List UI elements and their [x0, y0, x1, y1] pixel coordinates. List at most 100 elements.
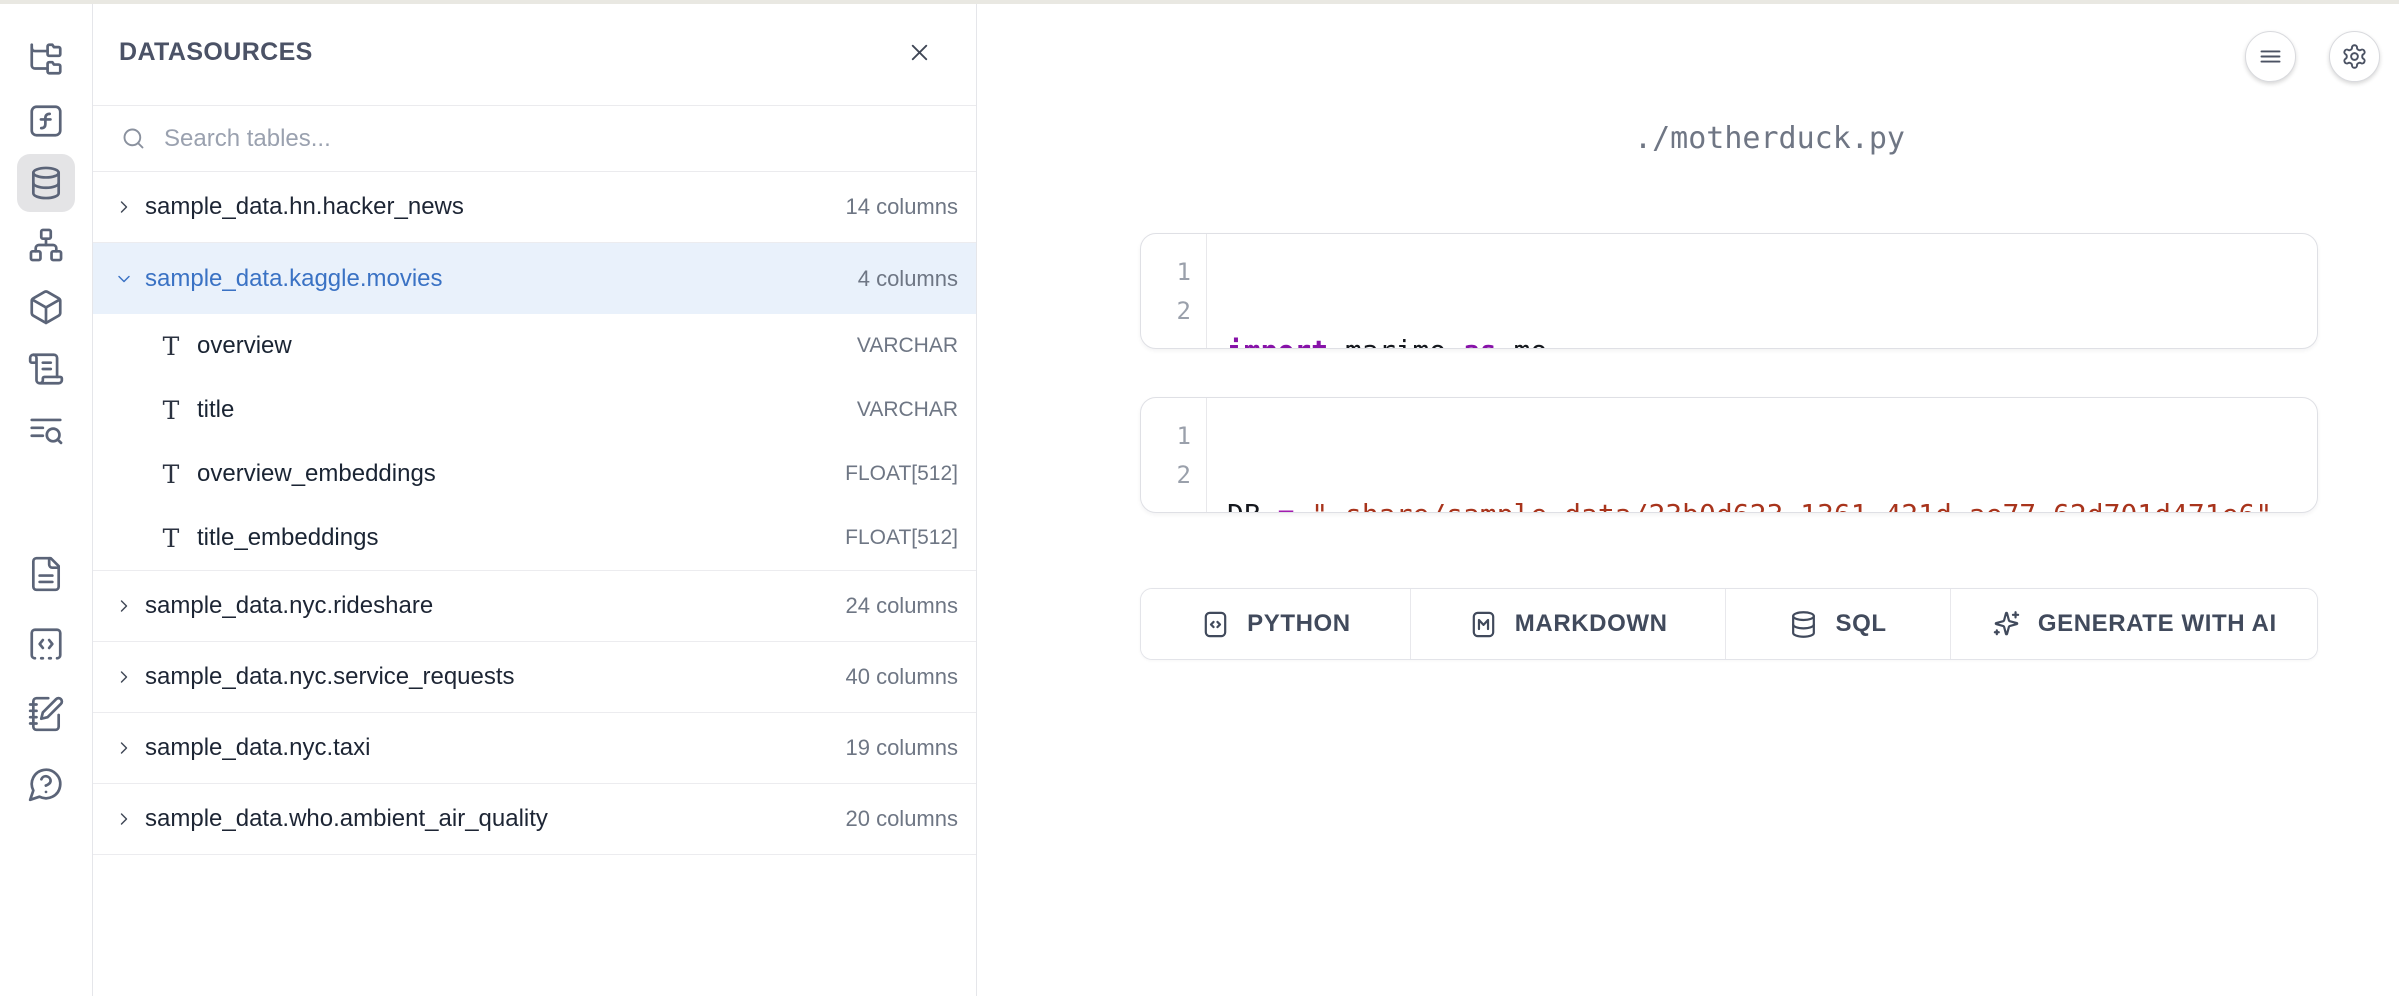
- table-row[interactable]: sample_data.nyc.taxi 19 columns: [93, 713, 976, 784]
- panel-header: DATASOURCES: [93, 0, 976, 106]
- rail-item-documentation[interactable]: [15, 539, 77, 609]
- function-icon: [27, 102, 65, 140]
- varchar-type-icon: T: [158, 396, 184, 425]
- column-name: title: [197, 396, 234, 424]
- column-type: FLOAT[512]: [845, 526, 958, 550]
- column-type: VARCHAR: [857, 334, 958, 358]
- varchar-type-icon: T: [158, 524, 184, 553]
- table-column-count: 4 columns: [858, 266, 958, 292]
- table-columns-group: T overview VARCHAR T title VARCHAR T ove…: [93, 314, 976, 571]
- add-sql-cell-button[interactable]: SQL: [1726, 589, 1951, 659]
- column-row[interactable]: T title VARCHAR: [93, 378, 976, 442]
- table-column-count: 20 columns: [845, 806, 958, 832]
- table-row-selected[interactable]: sample_data.kaggle.movies 4 columns: [93, 243, 976, 314]
- button-label: SQL: [1835, 610, 1886, 638]
- chevron-right-icon: [113, 808, 135, 830]
- text-search-icon: [27, 412, 65, 450]
- code-cell[interactable]: 1 2 DB = "_share/sample_data/23b0d623-13…: [1140, 397, 2318, 513]
- snippets-icon: [27, 625, 65, 663]
- menu-icon: [2257, 43, 2284, 70]
- table-search: [93, 106, 976, 172]
- column-row[interactable]: T overview_embeddings FLOAT[512]: [93, 442, 976, 506]
- window-top-border: [0, 0, 2399, 4]
- table-row[interactable]: sample_data.nyc.rideshare 24 columns: [93, 571, 976, 642]
- help-icon: [27, 765, 65, 803]
- line-number: 1: [1141, 253, 1206, 292]
- activity-rail: [0, 0, 93, 996]
- table-name: sample_data.who.ambient_air_quality: [145, 805, 548, 833]
- line-number: 1: [1141, 417, 1206, 456]
- table-name: sample_data.nyc.taxi: [145, 734, 370, 762]
- rail-item-logs[interactable]: [15, 338, 77, 400]
- chevron-right-icon: [113, 196, 135, 218]
- add-markdown-cell-button[interactable]: MARKDOWN: [1411, 589, 1726, 659]
- rail-item-help[interactable]: [15, 749, 77, 819]
- file-tree-icon: [27, 40, 65, 78]
- markdown-icon: [1468, 609, 1499, 640]
- line-number: 2: [1141, 456, 1206, 495]
- code-editor[interactable]: DB = "_share/sample_data/23b0d623-1361-4…: [1207, 398, 2272, 512]
- rail-item-packages[interactable]: [15, 276, 77, 338]
- table-column-count: 40 columns: [845, 664, 958, 690]
- table-row[interactable]: sample_data.nyc.service_requests 40 colu…: [93, 642, 976, 713]
- search-input[interactable]: [164, 125, 956, 153]
- table-name: sample_data.nyc.rideshare: [145, 592, 433, 620]
- column-row[interactable]: T overview VARCHAR: [93, 314, 976, 378]
- rail-item-datasources[interactable]: [15, 152, 77, 214]
- sparkles-icon: [1991, 609, 2022, 640]
- table-name: sample_data.kaggle.movies: [145, 265, 443, 293]
- code-editor[interactable]: import marimo as mo import duckdb: [1207, 234, 1547, 348]
- chevron-right-icon: [113, 737, 135, 759]
- line-number: 2: [1141, 292, 1206, 331]
- dependency-graph-icon: [27, 226, 65, 264]
- table-column-count: 19 columns: [845, 735, 958, 761]
- rail-item-scratchpad[interactable]: [15, 679, 77, 749]
- chevron-right-icon: [113, 666, 135, 688]
- table-row[interactable]: sample_data.who.ambient_air_quality 20 c…: [93, 784, 976, 855]
- search-icon: [120, 125, 147, 152]
- documentation-icon: [27, 555, 65, 593]
- column-name: overview: [197, 332, 292, 360]
- generate-with-ai-button[interactable]: GENERATE WITH AI: [1951, 589, 2317, 659]
- tables-list: sample_data.hn.hacker_news 14 columns sa…: [93, 172, 976, 855]
- code-line: import marimo as mo: [1227, 331, 1547, 349]
- close-icon: [906, 39, 933, 66]
- gear-icon: [2341, 43, 2368, 70]
- panel-title: DATASOURCES: [119, 38, 313, 67]
- chevron-right-icon: [113, 595, 135, 617]
- button-label: MARKDOWN: [1515, 610, 1668, 638]
- column-name: title_embeddings: [197, 524, 378, 552]
- column-row[interactable]: T title_embeddings FLOAT[512]: [93, 506, 976, 570]
- code-square-icon: [1200, 609, 1231, 640]
- notebook-filename[interactable]: ./motherduck.py: [1140, 118, 2399, 160]
- table-column-count: 24 columns: [845, 593, 958, 619]
- code-cell[interactable]: 1 2 import marimo as mo import duckdb: [1140, 233, 2318, 349]
- varchar-type-icon: T: [158, 332, 184, 361]
- add-cell-bar: PYTHON MARKDOWN SQL GENERATE WITH AI: [1140, 588, 2318, 660]
- rail-item-file-explorer[interactable]: [15, 28, 77, 90]
- settings-button[interactable]: [2329, 31, 2380, 82]
- rail-item-dependency-graph[interactable]: [15, 214, 77, 276]
- column-type: FLOAT[512]: [845, 462, 958, 486]
- notebook-menu-button[interactable]: [2245, 31, 2296, 82]
- notebook-actions: [2245, 31, 2380, 82]
- add-python-cell-button[interactable]: PYTHON: [1141, 589, 1411, 659]
- line-number-gutter: 1 2: [1141, 234, 1207, 348]
- scratchpad-icon: [27, 695, 65, 733]
- code-line: DB = "_share/sample_data/23b0d623-1361-4…: [1227, 495, 2272, 513]
- rail-item-variables[interactable]: [15, 90, 77, 152]
- button-label: PYTHON: [1247, 610, 1351, 638]
- table-row[interactable]: sample_data.hn.hacker_news 14 columns: [93, 172, 976, 243]
- database-icon: [27, 164, 65, 202]
- line-number-gutter: 1 2: [1141, 398, 1207, 512]
- rail-item-snippets[interactable]: [15, 609, 77, 679]
- package-icon: [27, 288, 65, 326]
- logs-icon: [27, 350, 65, 388]
- column-name: overview_embeddings: [197, 460, 436, 488]
- close-panel-button[interactable]: [902, 36, 936, 70]
- table-name: sample_data.hn.hacker_news: [145, 193, 464, 221]
- table-column-count: 14 columns: [845, 194, 958, 220]
- button-label: GENERATE WITH AI: [2038, 610, 2277, 638]
- varchar-type-icon: T: [158, 460, 184, 489]
- rail-item-tracebacks[interactable]: [15, 400, 77, 462]
